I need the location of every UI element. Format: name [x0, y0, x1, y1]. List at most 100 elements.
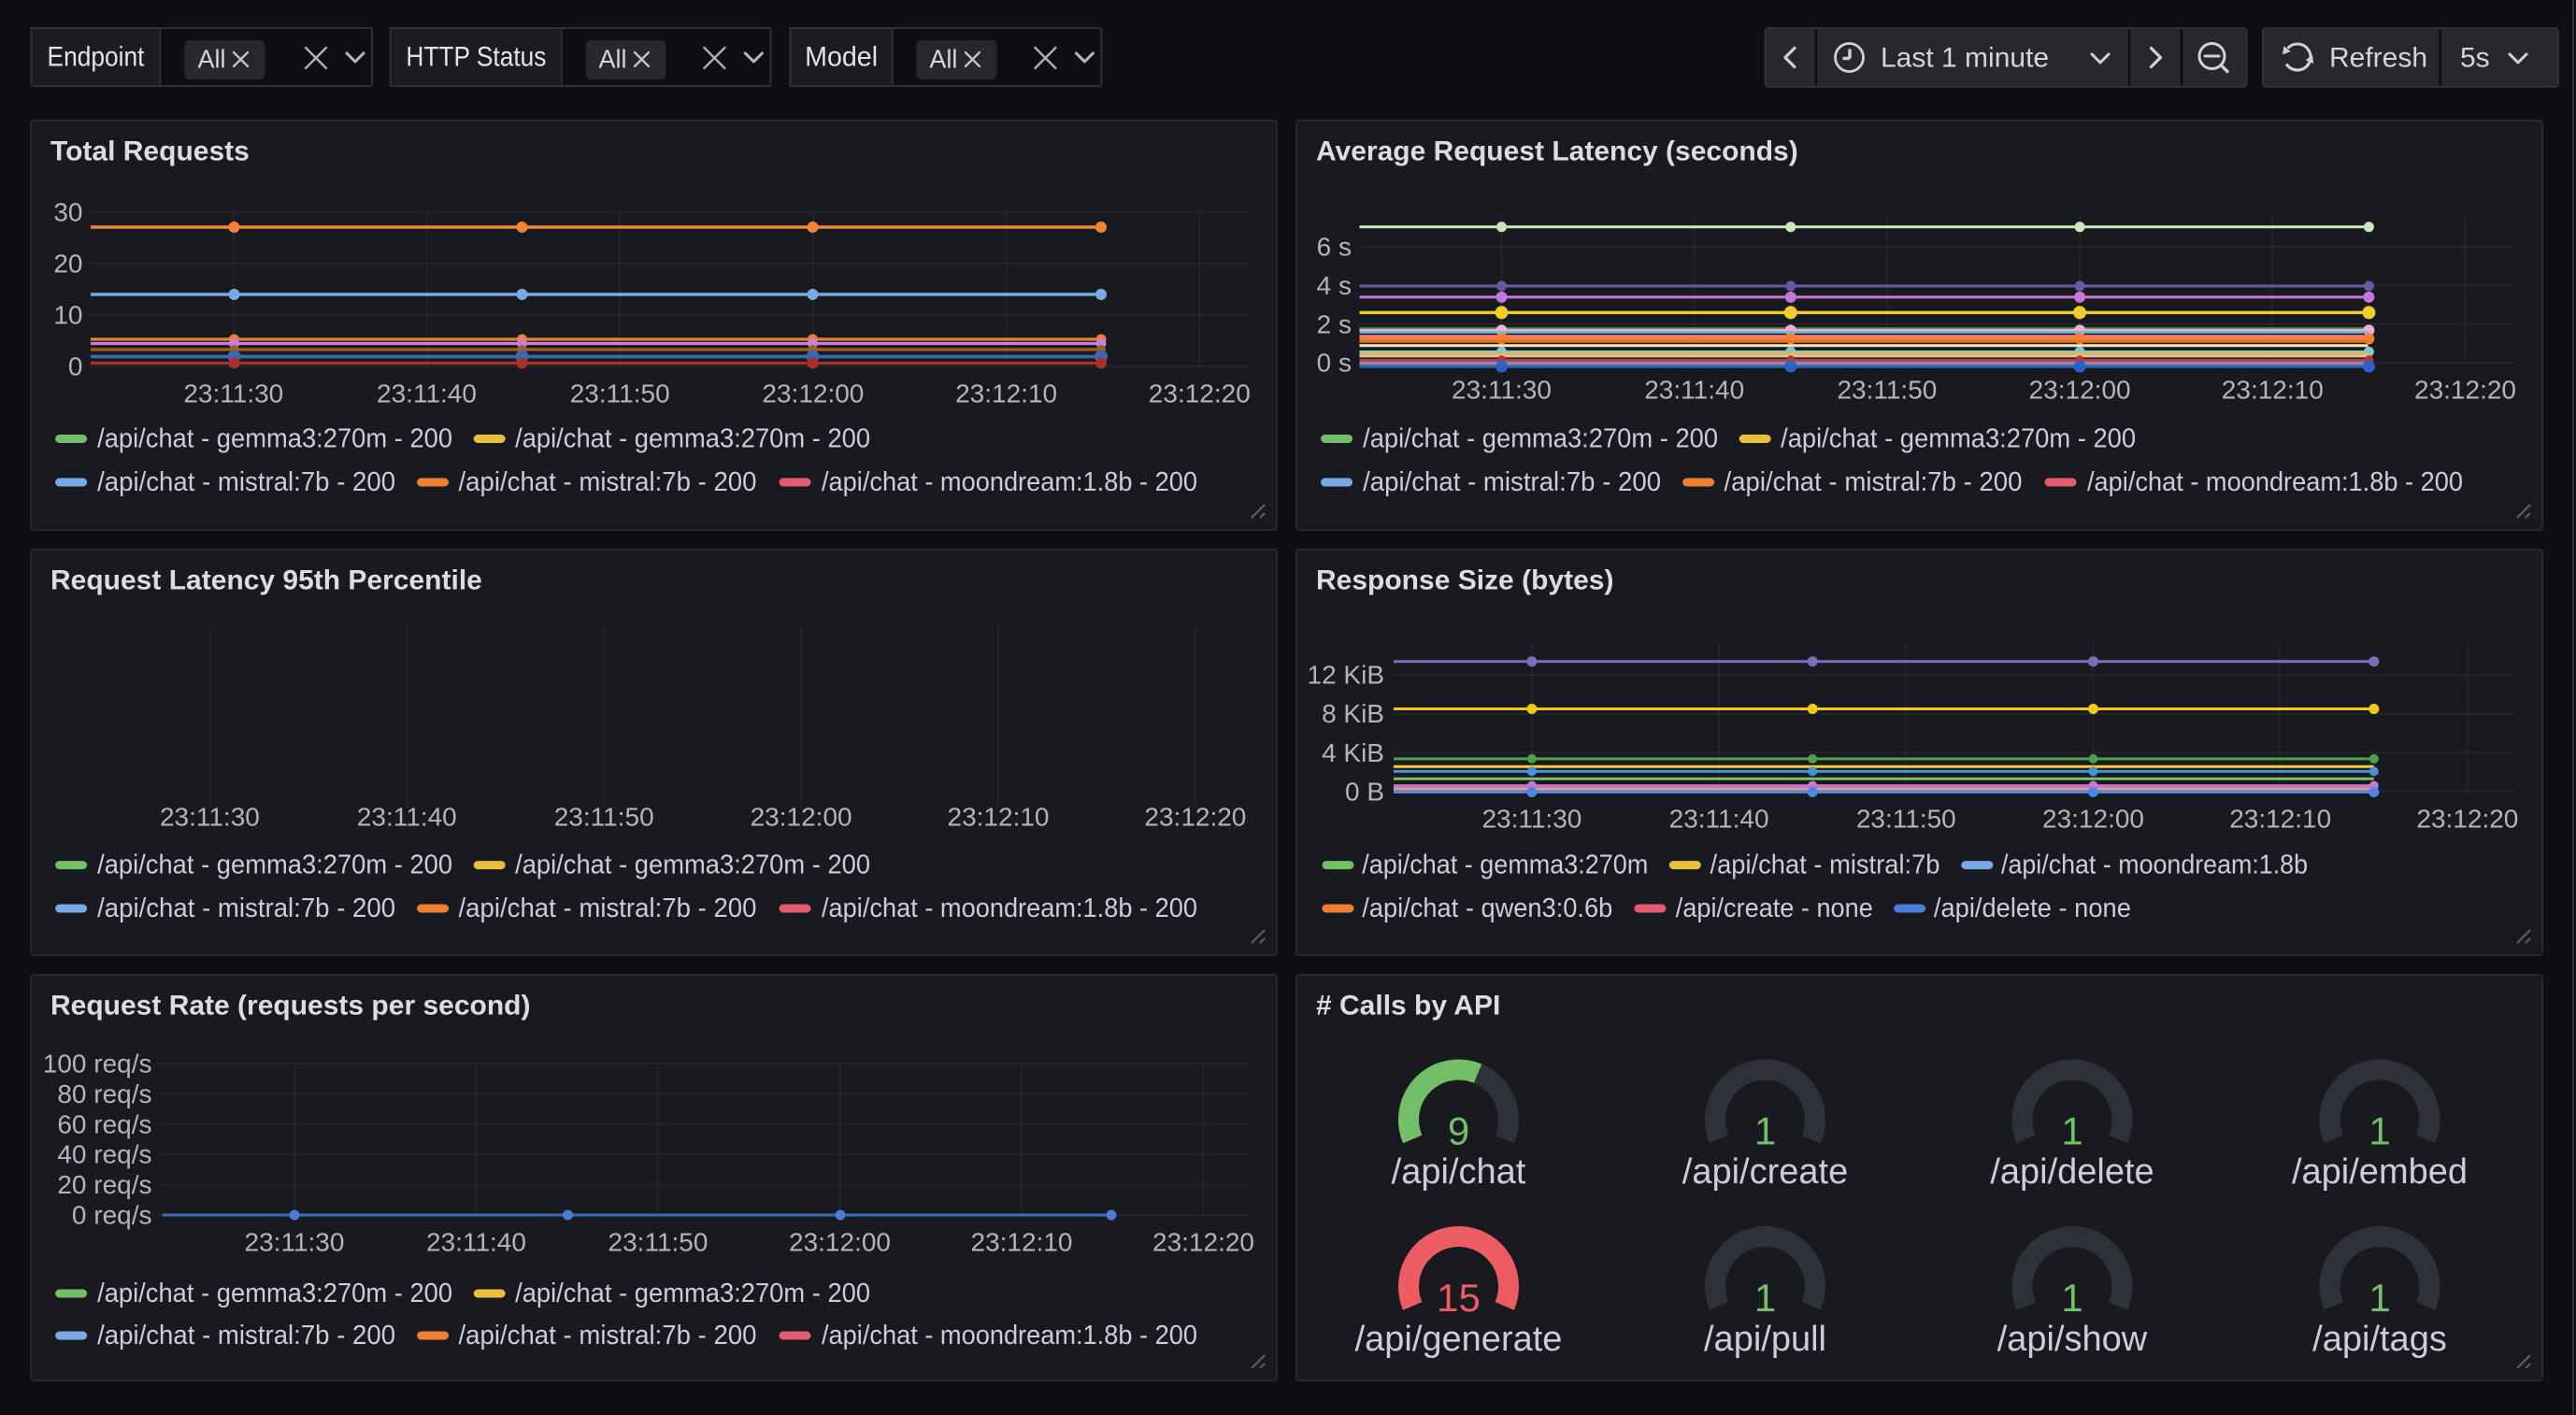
svg-text:4 KiB: 4 KiB: [1322, 738, 1384, 767]
svg-text:Request Rate (requests per sec: Request Rate (requests per second): [50, 991, 530, 1022]
svg-text:20 req/s: 20 req/s: [57, 1170, 151, 1199]
svg-text:All: All: [198, 45, 226, 74]
svg-text:15: 15: [1437, 1276, 1481, 1320]
svg-text:0 req/s: 0 req/s: [72, 1201, 152, 1230]
svg-text:1: 1: [2061, 1109, 2082, 1153]
svg-text:0 s: 0 s: [1317, 349, 1352, 378]
svg-text:23:12:20: 23:12:20: [1149, 379, 1251, 408]
svg-text:Last 1 minute: Last 1 minute: [1881, 43, 2049, 74]
svg-text:23:12:10: 23:12:10: [948, 803, 1050, 832]
svg-text:40 req/s: 40 req/s: [57, 1140, 151, 1169]
svg-text:23:11:30: 23:11:30: [1452, 376, 1552, 405]
svg-text:5s: 5s: [2460, 43, 2490, 74]
svg-text:23:11:50: 23:11:50: [570, 379, 670, 408]
svg-text:/api/chat - gemma3:270m - 200: /api/chat - gemma3:270m - 200: [97, 850, 452, 880]
svg-text:23:11:50: 23:11:50: [1837, 376, 1937, 405]
svg-text:/api/chat - mistral:7b - 200: /api/chat - mistral:7b - 200: [97, 893, 395, 923]
svg-text:/api/chat - mistral:7b: /api/chat - mistral:7b: [1710, 850, 1940, 880]
svg-text:23:12:00: 23:12:00: [789, 1228, 891, 1257]
svg-text:/api/chat - mistral:7b - 200: /api/chat - mistral:7b - 200: [1724, 467, 2023, 497]
svg-text:/api/delete: /api/delete: [1990, 1152, 2154, 1192]
svg-text:Request Latency 95th Percentil: Request Latency 95th Percentile: [50, 565, 482, 596]
svg-text:60 req/s: 60 req/s: [57, 1109, 151, 1138]
svg-text:Total Requests: Total Requests: [50, 136, 250, 167]
svg-text:/api/embed: /api/embed: [2292, 1152, 2468, 1192]
svg-text:/api/show: /api/show: [1997, 1320, 2148, 1359]
svg-text:/api/chat - mistral:7b - 200: /api/chat - mistral:7b - 200: [459, 893, 757, 923]
svg-text:23:12:20: 23:12:20: [2416, 805, 2518, 834]
svg-text:23:11:40: 23:11:40: [357, 803, 457, 832]
svg-text:23:12:10: 23:12:10: [971, 1228, 1073, 1257]
svg-text:# Calls by API: # Calls by API: [1316, 991, 1500, 1022]
svg-text:1: 1: [1754, 1109, 1776, 1153]
svg-text:23:11:30: 23:11:30: [183, 379, 283, 408]
svg-text:/api/pull: /api/pull: [1704, 1320, 1826, 1359]
svg-text:/api/create: /api/create: [1682, 1152, 1848, 1192]
svg-text:23:11:30: 23:11:30: [160, 803, 260, 832]
svg-text:100 req/s: 100 req/s: [43, 1050, 152, 1079]
svg-text:6 s: 6 s: [1317, 233, 1352, 262]
svg-text:0 B: 0 B: [1345, 778, 1384, 807]
svg-text:1: 1: [2368, 1276, 2390, 1320]
svg-text:80 req/s: 80 req/s: [57, 1079, 151, 1108]
svg-text:23:12:10: 23:12:10: [955, 379, 1057, 408]
svg-text:12 KiB: 12 KiB: [1308, 661, 1385, 690]
svg-text:1: 1: [1754, 1276, 1776, 1320]
svg-text:/api/chat - gemma3:270m - 200: /api/chat - gemma3:270m - 200: [515, 1279, 870, 1308]
svg-text:23:11:30: 23:11:30: [245, 1228, 345, 1257]
svg-text:1: 1: [2368, 1109, 2390, 1153]
svg-text:8 KiB: 8 KiB: [1322, 699, 1384, 728]
svg-text:/api/chat - gemma3:270m - 200: /api/chat - gemma3:270m - 200: [515, 850, 870, 880]
svg-text:/api/chat - mistral:7b - 200: /api/chat - mistral:7b - 200: [97, 467, 395, 497]
svg-text:23:11:40: 23:11:40: [377, 379, 477, 408]
svg-text:23:11:30: 23:11:30: [1481, 805, 1581, 834]
svg-text:/api/chat - gemma3:270m - 200: /api/chat - gemma3:270m - 200: [97, 1279, 452, 1308]
svg-text:Response Size (bytes): Response Size (bytes): [1316, 565, 1613, 596]
svg-text:/api/chat - moondream:1.8b - 2: /api/chat - moondream:1.8b - 200: [822, 467, 1197, 497]
svg-text:0: 0: [68, 352, 83, 381]
svg-text:/api/generate: /api/generate: [1355, 1320, 1563, 1359]
svg-text:23:12:10: 23:12:10: [2229, 805, 2331, 834]
svg-text:Model: Model: [805, 42, 878, 73]
svg-text:/api/chat - mistral:7b - 200: /api/chat - mistral:7b - 200: [1363, 467, 1661, 497]
svg-text:2 s: 2 s: [1317, 309, 1352, 338]
svg-text:/api/chat - gemma3:270m - 200: /api/chat - gemma3:270m - 200: [515, 424, 870, 454]
svg-text:/api/chat - gemma3:270m - 200: /api/chat - gemma3:270m - 200: [97, 424, 452, 454]
svg-text:HTTP Status: HTTP Status: [406, 42, 546, 73]
svg-text:Average Request Latency (secon: Average Request Latency (seconds): [1316, 136, 1798, 167]
svg-text:/api/chat - mistral:7b - 200: /api/chat - mistral:7b - 200: [459, 467, 757, 497]
svg-text:23:12:20: 23:12:20: [2414, 376, 2516, 405]
svg-text:/api/tags: /api/tags: [2312, 1320, 2447, 1359]
svg-text:/api/delete - none: /api/delete - none: [1934, 893, 2131, 923]
svg-text:Refresh: Refresh: [2329, 43, 2427, 74]
svg-text:23:12:00: 23:12:00: [751, 803, 852, 832]
svg-text:/api/chat - moondream:1.8b: /api/chat - moondream:1.8b: [2001, 850, 2308, 880]
svg-text:/api/create - none: /api/create - none: [1676, 893, 1873, 923]
svg-text:/api/chat - gemma3:270m: /api/chat - gemma3:270m: [1362, 850, 1648, 880]
svg-text:23:12:00: 23:12:00: [2042, 805, 2144, 834]
svg-text:23:11:50: 23:11:50: [1856, 805, 1956, 834]
svg-text:23:12:20: 23:12:20: [1144, 803, 1246, 832]
svg-text:/api/chat - gemma3:270m - 200: /api/chat - gemma3:270m - 200: [1781, 424, 2136, 454]
svg-text:Endpoint: Endpoint: [48, 42, 146, 73]
svg-text:23:11:40: 23:11:40: [426, 1228, 526, 1257]
svg-text:23:11:40: 23:11:40: [1644, 376, 1744, 405]
svg-text:/api/chat: /api/chat: [1392, 1152, 1526, 1192]
svg-text:23:12:00: 23:12:00: [762, 379, 864, 408]
svg-text:All: All: [599, 45, 627, 74]
svg-text:4 s: 4 s: [1317, 271, 1352, 300]
svg-text:23:12:10: 23:12:10: [2222, 376, 2324, 405]
svg-text:All: All: [929, 45, 957, 74]
svg-text:23:11:50: 23:11:50: [608, 1228, 708, 1257]
svg-text:30: 30: [53, 198, 82, 227]
svg-text:20: 20: [53, 250, 82, 279]
svg-text:23:11:50: 23:11:50: [554, 803, 654, 832]
svg-text:23:12:00: 23:12:00: [2029, 376, 2131, 405]
svg-text:/api/chat - moondream:1.8b - 2: /api/chat - moondream:1.8b - 200: [2087, 467, 2463, 497]
svg-text:1: 1: [2061, 1276, 2082, 1320]
svg-text:/api/chat - mistral:7b - 200: /api/chat - mistral:7b - 200: [97, 1321, 395, 1351]
svg-text:/api/chat - qwen3:0.6b: /api/chat - qwen3:0.6b: [1362, 893, 1612, 923]
svg-text:/api/chat - moondream:1.8b - 2: /api/chat - moondream:1.8b - 200: [822, 893, 1197, 923]
svg-text:9: 9: [1448, 1109, 1469, 1153]
svg-text:/api/chat - mistral:7b - 200: /api/chat - mistral:7b - 200: [459, 1321, 757, 1351]
